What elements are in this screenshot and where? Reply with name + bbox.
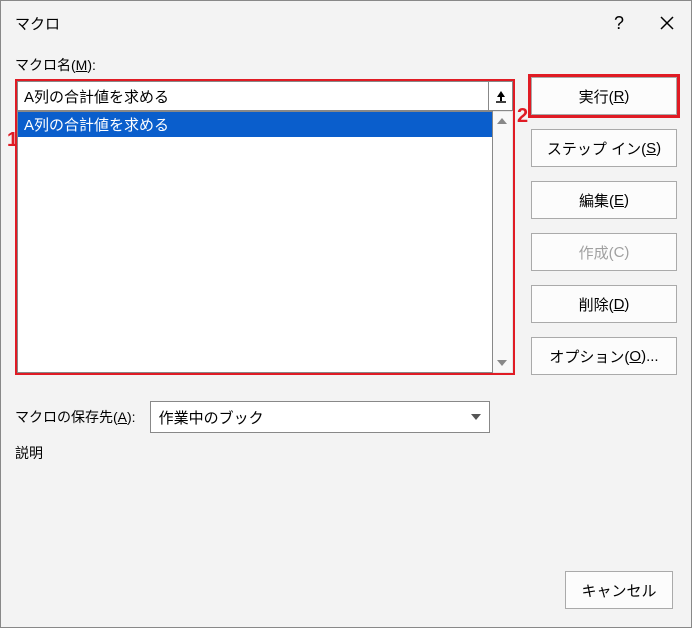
edit-button[interactable]: 編集(E) — [531, 181, 677, 219]
macro-listbox-wrap: A列の合計値を求める — [15, 111, 515, 375]
scroll-up-icon — [497, 118, 507, 124]
lower-area: マクロの保存先(A): 作業中のブック 説明 — [15, 401, 677, 463]
name-picker-button[interactable] — [489, 81, 513, 111]
button-column: 実行(R) ステップ イン(S) 編集(E) 作成(C) 削除(D) オプション… — [531, 55, 677, 375]
description-label: 説明 — [15, 443, 677, 463]
delete-button[interactable]: 削除(D) — [531, 285, 677, 323]
close-button[interactable] — [643, 1, 691, 45]
titlebar: マクロ ? — [1, 1, 691, 45]
run-button[interactable]: 実行(R) — [531, 77, 677, 115]
macro-listbox[interactable]: A列の合計値を求める — [17, 111, 493, 373]
cancel-button[interactable]: キャンセル — [565, 571, 673, 609]
help-button[interactable]: ? — [595, 1, 643, 45]
macro-dialog: マクロ ? 1 2 マクロ名(M): — [0, 0, 692, 628]
step-in-button[interactable]: ステップ イン(S) — [531, 129, 677, 167]
save-location-select[interactable]: 作業中のブック — [150, 401, 490, 433]
save-location-label: マクロの保存先(A): — [15, 407, 136, 427]
save-location-row: マクロの保存先(A): 作業中のブック — [15, 401, 677, 433]
save-location-value: 作業中のブック — [159, 407, 264, 428]
chevron-down-icon — [471, 414, 481, 420]
scroll-down-icon — [497, 360, 507, 366]
dialog-content: 1 2 マクロ名(M): A列の — [1, 45, 691, 627]
dialog-title: マクロ — [15, 13, 595, 34]
footer: キャンセル — [565, 571, 673, 609]
listbox-scrollbar[interactable] — [493, 111, 513, 373]
svg-text:?: ? — [614, 13, 624, 33]
upper-area: マクロ名(M): A列の合計値を求める — [15, 55, 677, 375]
macro-name-row — [15, 79, 515, 111]
macro-name-input[interactable] — [17, 81, 489, 111]
list-item[interactable]: A列の合計値を求める — [18, 112, 492, 137]
macro-name-label: マクロ名(M): — [15, 55, 515, 75]
create-button: 作成(C) — [531, 233, 677, 271]
options-button[interactable]: オプション(O)... — [531, 337, 677, 375]
left-column: マクロ名(M): A列の合計値を求める — [15, 55, 515, 375]
